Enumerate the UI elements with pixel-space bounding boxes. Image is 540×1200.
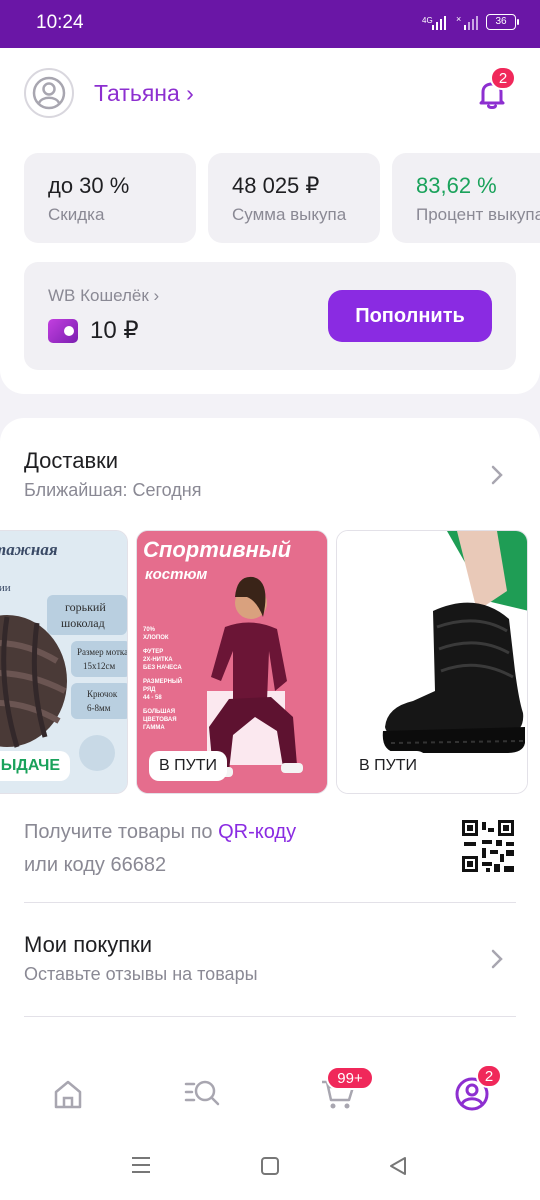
- status-badge: В ПУТИ: [349, 751, 428, 781]
- status-time: 10:24: [36, 12, 84, 33]
- stat-label: Скидка: [48, 205, 105, 224]
- avatar[interactable]: [24, 68, 74, 118]
- yarn-color-line: горький: [65, 600, 106, 614]
- yarn-color-line: шоколад: [61, 616, 105, 630]
- status-icons: 4G × 36: [422, 14, 519, 30]
- svg-text:×: ×: [456, 14, 461, 24]
- delivery-item[interactable]: Спортивный костюм 70% ХЛОПОК ФУТЕР 2Х-НИ…: [136, 530, 328, 794]
- purchases-title: Мои покупки: [24, 932, 153, 957]
- suit-feature-line: 70%: [143, 627, 156, 633]
- stats-row: до 30 % Скидка 48 025 ₽ Сумма выкупа 83,…: [24, 153, 540, 243]
- yarn-size-line: Размер мотка: [77, 647, 128, 657]
- status-bar: 10:24 4G × 36: [0, 0, 540, 48]
- signal-icon-2: ×: [456, 14, 478, 30]
- bottom-nav: 99+ 2: [0, 1058, 540, 1128]
- battery-icon: 36: [486, 14, 519, 30]
- user-icon: [32, 76, 66, 110]
- yarn-hook-line: 6-8мм: [87, 703, 111, 713]
- nav-home[interactable]: [48, 1074, 88, 1114]
- discount-stat[interactable]: до 30 % Скидка: [24, 153, 196, 243]
- yarn-title: тажная: [0, 540, 58, 559]
- nav-profile[interactable]: 2: [452, 1064, 502, 1114]
- back-icon[interactable]: [388, 1156, 408, 1176]
- yarn-size-line: 15х12см: [83, 661, 115, 671]
- notifications-badge: 2: [490, 66, 516, 90]
- menu-icon[interactable]: [130, 1156, 152, 1174]
- divider: [24, 902, 516, 903]
- nav-cart[interactable]: 99+: [318, 1066, 374, 1114]
- deliveries-title: Доставки: [24, 448, 119, 473]
- suit-feature-line: 44 - 58: [143, 695, 162, 701]
- purchase-percent-stat[interactable]: 83,62 % Процент выкупа: [392, 153, 540, 243]
- purchase-sum-stat[interactable]: 48 025 ₽ Сумма выкупа: [208, 153, 380, 243]
- profile-card: Татьяна › 2 до 30 % Скидка 48 025 ₽ Сумм…: [0, 48, 540, 394]
- qr-code-icon[interactable]: [462, 820, 514, 872]
- network-label: 4G: [422, 16, 433, 25]
- refill-button[interactable]: Пополнить: [328, 290, 492, 342]
- qr-code-link[interactable]: QR-коду: [218, 821, 296, 843]
- wallet-card[interactable]: WB Кошелёк › 10 ₽ Пополнить: [24, 262, 516, 370]
- status-badge: В ПУТИ: [149, 751, 228, 781]
- qr-text-after: или коду 66682: [24, 854, 167, 876]
- delivery-item[interactable]: В ПУТИ: [336, 530, 528, 794]
- chevron-right-icon: [491, 465, 503, 485]
- catalog-search-icon: [184, 1080, 220, 1106]
- home-icon: [54, 1080, 82, 1109]
- suit-feature-line: ЦВЕТОВАЯ: [143, 717, 177, 723]
- suit-feature-line: 2Х-НИТКА: [143, 657, 173, 663]
- deliveries-subtitle: Ближайшая: Сегодня: [24, 480, 202, 500]
- deliveries-carousel[interactable]: тажная ции горький шоколад Размер мотка …: [0, 530, 528, 794]
- divider: [24, 1016, 516, 1017]
- chevron-right-icon: [491, 949, 503, 969]
- home-square-icon[interactable]: [260, 1156, 280, 1176]
- nav-catalog[interactable]: [182, 1074, 222, 1114]
- suit-title: Спортивный: [143, 537, 292, 562]
- delivery-item[interactable]: тажная ции горький шоколад Размер мотка …: [0, 530, 128, 794]
- wallet-balance: 10 ₽: [48, 316, 139, 345]
- system-nav-bar: [0, 1128, 540, 1200]
- cart-badge: 99+: [326, 1066, 374, 1090]
- suit-feature-line: БЕЗ НАЧЕСА: [143, 665, 182, 671]
- wallet-icon: [48, 318, 78, 343]
- suit-subtitle: костюм: [145, 566, 207, 583]
- stat-label: Процент выкупа: [416, 205, 540, 224]
- suit-feature-line: ГАММА: [143, 725, 165, 731]
- main-card: Доставки Ближайшая: Сегодня тажная ции г…: [0, 418, 540, 1058]
- wallet-title[interactable]: WB Кошелёк ›: [48, 286, 159, 306]
- purchases-subtitle: Оставьте отзывы на товары: [24, 964, 258, 984]
- stat-label: Сумма выкупа: [232, 205, 347, 224]
- yarn-hook-line: Крючок: [87, 689, 118, 699]
- suit-feature-line: РЯД: [143, 687, 156, 693]
- status-badge: В К ВЫДАЧЕ: [0, 751, 71, 781]
- user-name-link[interactable]: Татьяна ›: [94, 80, 194, 107]
- stat-value: до 30 %: [48, 173, 130, 198]
- profile-badge: 2: [476, 1064, 502, 1088]
- svg-text:ции: ции: [0, 582, 11, 594]
- suit-feature-line: ФУТЕР: [143, 649, 163, 655]
- suit-feature-line: БОЛЬШАЯ: [143, 709, 175, 715]
- qr-text-before: Получите товары по: [24, 821, 219, 843]
- notifications-button[interactable]: 2: [474, 66, 516, 112]
- stat-value: 48 025 ₽: [232, 173, 320, 198]
- suit-feature-line: РАЗМЕРНЫЙ: [143, 677, 182, 685]
- signal-icon: 4G: [422, 16, 446, 30]
- wallet-balance-value: 10 ₽: [90, 317, 139, 344]
- suit-feature-line: ХЛОПОК: [143, 635, 169, 641]
- qr-pickup-text: Получите товары по QR-коду или коду 6668…: [24, 816, 296, 882]
- stat-value: 83,62 %: [416, 173, 497, 198]
